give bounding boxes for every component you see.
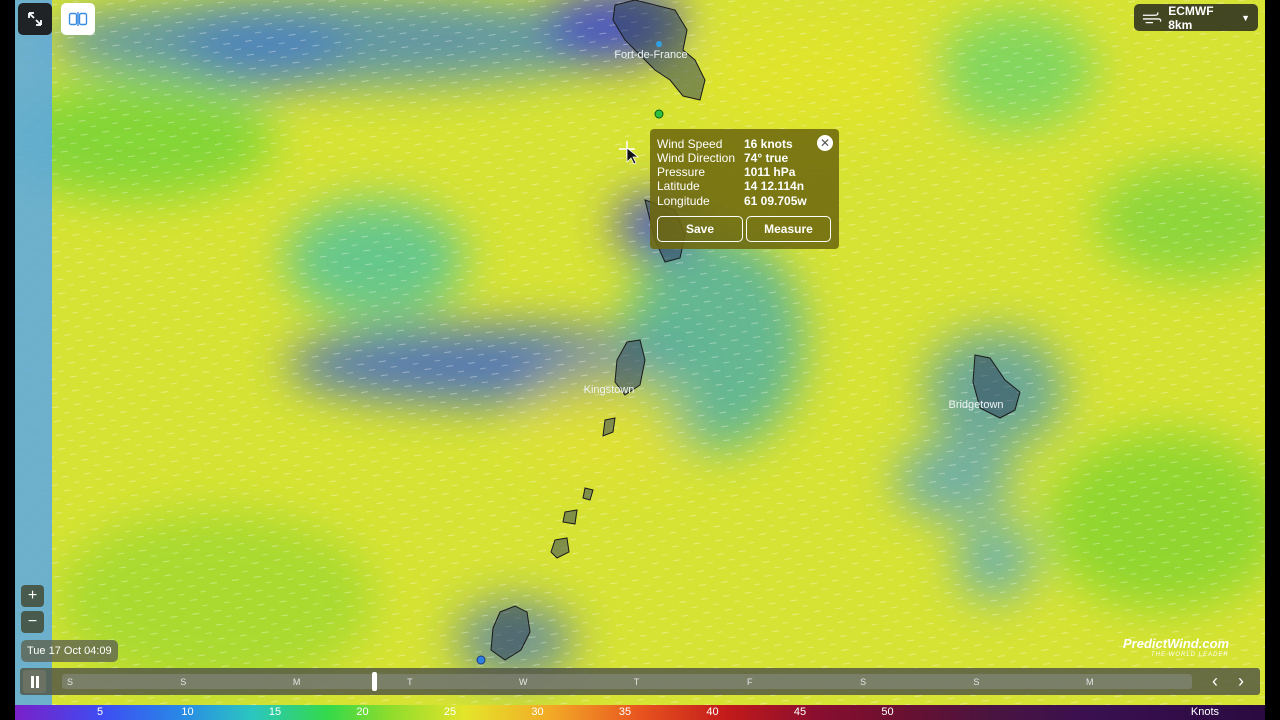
wind-speed-scale-bar: 5 10 15 20 25 30 35 40 45 50 Knots	[15, 705, 1265, 720]
popup-label: Latitude	[657, 179, 700, 193]
popup-row-wind-speed: Wind Speed 16 knots	[657, 137, 793, 151]
split-view-button[interactable]	[61, 3, 95, 35]
scale-tick-label: 5	[96, 706, 104, 718]
popup-row-longitude: Longitude 61 09.705w	[657, 194, 807, 208]
city-label-fort-de-france: Fort-de-France	[614, 49, 688, 61]
timeline-day-label: S	[973, 677, 980, 687]
scale-unit-label: Knots	[1190, 706, 1220, 718]
popup-value: 61 09.705w	[744, 194, 807, 208]
timeline-day-label: T	[633, 677, 640, 687]
popup-label: Longitude	[657, 194, 710, 208]
timeline-track[interactable]	[62, 674, 1192, 689]
city-label-kingstown: Kingstown	[583, 384, 635, 396]
point-info-popup: ✕ Wind Speed 16 knots Wind Direction 74°…	[650, 129, 839, 249]
popup-label: Pressure	[657, 165, 706, 179]
popup-value: 14 12.114n	[744, 179, 805, 193]
next-step-button[interactable]: ›	[1230, 671, 1252, 692]
timeline-day-label: W	[518, 677, 528, 687]
popup-value: 1011 hPa	[744, 165, 796, 179]
model-label: ECMWF 8km	[1168, 3, 1214, 32]
popup-row-wind-direction: Wind Direction 74° true	[657, 151, 788, 165]
timeline-day-label: M	[1085, 677, 1094, 687]
chevron-down-icon: ▼	[1241, 12, 1250, 23]
scale-tick-label: 50	[881, 706, 894, 718]
weather-model-select[interactable]: ECMWF 8km ▼	[1134, 3, 1258, 32]
timeline-day-label: S	[180, 677, 187, 687]
timeline-day-label: M	[292, 677, 301, 687]
zoom-in-button[interactable]: +	[21, 585, 44, 607]
wind-lines-icon	[1142, 11, 1162, 23]
wind-map[interactable]	[15, 0, 1265, 720]
scale-tick-label: 25	[443, 706, 457, 718]
pause-button[interactable]	[23, 670, 46, 693]
pause-icon	[30, 675, 39, 688]
predictwind-logo[interactable]: PredictWind.com	[1123, 636, 1229, 651]
previous-step-button[interactable]: ‹	[1204, 671, 1226, 692]
popup-label: Wind Speed	[657, 137, 723, 151]
wind-map-frame: Fort-de-France Kingstown Bridgetown ECMW…	[15, 0, 1265, 720]
split-view-icon	[68, 12, 88, 26]
timeline-bar: S S M T W T F S S M ‹ ›	[20, 668, 1260, 695]
fullscreen-button[interactable]	[18, 3, 52, 35]
popup-value: 74° true	[744, 151, 789, 165]
marker-blue-small[interactable]	[656, 41, 662, 47]
scale-tick-label: 30	[531, 706, 544, 718]
scale-tick-label: 15	[268, 706, 282, 718]
expand-arrows-icon	[28, 12, 42, 26]
popup-label: Wind Direction	[657, 151, 736, 165]
marker-green[interactable]	[654, 109, 664, 119]
popup-row-pressure: Pressure 1011 hPa	[657, 165, 795, 179]
timeline-day-label: S	[860, 677, 867, 687]
scale-tick-label: 45	[793, 706, 807, 718]
save-button[interactable]: Save	[657, 216, 743, 242]
timeline-day-label: F	[747, 677, 753, 687]
popup-value: 16 knots	[744, 137, 793, 151]
marker-blue[interactable]	[476, 655, 486, 665]
city-label-bridgetown: Bridgetown	[948, 399, 1004, 411]
timeline-day-label: S	[66, 677, 74, 687]
zoom-out-button[interactable]: −	[21, 611, 44, 633]
close-icon[interactable]: ✕	[817, 135, 833, 151]
scale-tick-label: 35	[618, 706, 632, 718]
measure-button[interactable]: Measure	[746, 216, 831, 242]
scale-tick-label: 10	[181, 706, 194, 718]
brand-tagline: THE WORLD LEADER	[1151, 652, 1229, 658]
timeline-scrubber[interactable]	[371, 672, 377, 691]
island-canouan	[562, 509, 578, 525]
scale-tick-label: 20	[356, 706, 369, 718]
timeline-day-label: T	[407, 677, 413, 687]
popup-row-latitude: Latitude 14 12.114n	[657, 179, 804, 193]
current-time-label: Tue 17 Oct 04:09	[21, 640, 118, 662]
scale-tick-label: 40	[706, 706, 719, 718]
